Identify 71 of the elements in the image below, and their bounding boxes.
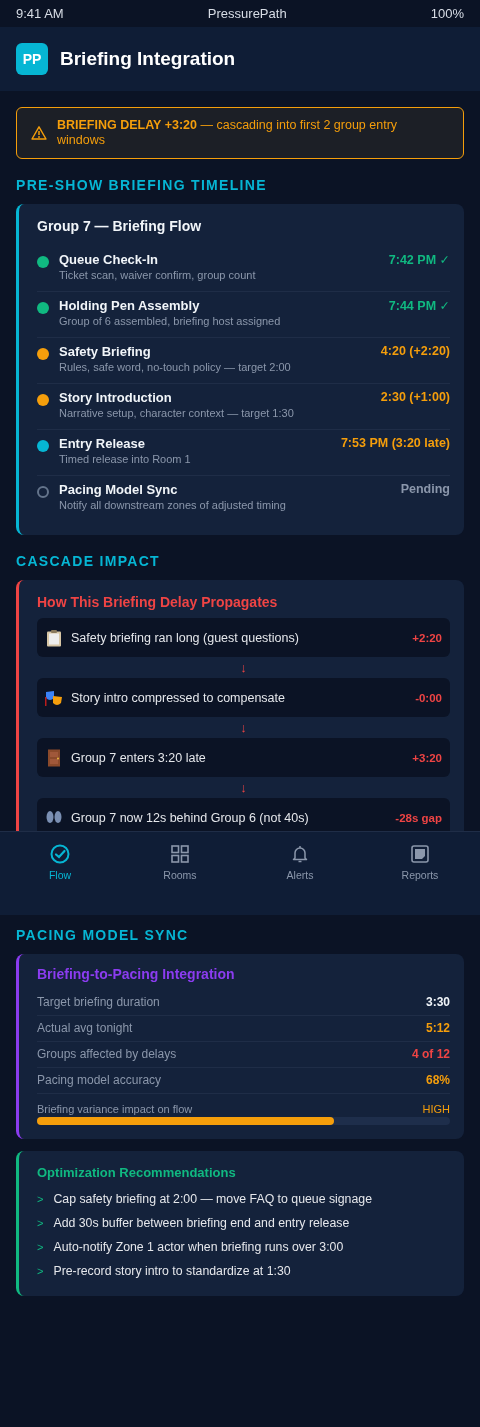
card-title: How This Briefing Delay Propagates xyxy=(37,594,279,610)
step-name: Safety Briefing xyxy=(59,344,152,359)
card-title: Optimization Recommendations xyxy=(37,1165,237,1180)
metric-label: Target briefing duration xyxy=(37,995,160,1009)
step-name: Entry Release xyxy=(59,436,146,451)
grid-icon xyxy=(170,844,190,864)
step-name: Story Introduction xyxy=(59,390,173,405)
step-name: Pacing Model Sync xyxy=(59,482,179,497)
step-time: 7:44 PM ✓ xyxy=(388,298,450,313)
app-logo: PP xyxy=(16,43,48,75)
step-time: 4:20 (+2:20) xyxy=(380,344,450,358)
metric-value: 68% xyxy=(425,1073,450,1087)
step-time: 7:53 PM (3:20 late) xyxy=(340,436,450,450)
page-title: Briefing Integration xyxy=(60,48,236,70)
battery-level: 100% xyxy=(430,6,464,21)
metric-value: 4 of 12 xyxy=(412,1047,450,1061)
metric-label: Groups affected by delays xyxy=(37,1047,177,1061)
delay-value: +2:20 xyxy=(412,631,442,644)
cascade-text: Safety briefing ran long (guest questions) xyxy=(71,630,300,645)
step-detail: Ticket scan, waiver confirm, group count xyxy=(59,269,257,281)
card-title: Briefing-to-Pacing Integration xyxy=(37,966,236,982)
metric-value: 3:30 xyxy=(425,995,450,1009)
step-detail: Rules, safe word, no-touch policy — target 2:00 xyxy=(59,361,292,373)
warning-icon xyxy=(31,125,47,141)
impact-label: Briefing variance impact on flow xyxy=(37,1103,193,1115)
step-detail: Timed release into Room 1 xyxy=(59,453,192,465)
metric-label: Actual avg tonight xyxy=(37,1021,133,1035)
down-arrow: ↓ xyxy=(239,779,248,797)
app-name: PressurePath xyxy=(207,6,287,21)
nav-tab[interactable]: Reports xyxy=(360,844,480,881)
cascade-text: Group 7 now 12s behind Group 6 (not 40s) xyxy=(71,810,310,825)
metric-value: 5:12 xyxy=(425,1021,450,1035)
recommendation-text: Pre-record story intro to standardize at 1:30 xyxy=(53,1264,291,1278)
section-heading: PRE-SHOW BRIEFING TIMELINE xyxy=(16,177,268,193)
bullet-icon: > xyxy=(37,1265,44,1277)
nav-tab[interactable]: Alerts xyxy=(240,844,360,881)
delay-value: -28s gap xyxy=(395,811,442,824)
down-arrow: ↓ xyxy=(239,719,248,737)
down-arrow: ↓ xyxy=(239,659,248,677)
recommendation-text: Cap safety briefing at 2:00 — move FAQ to queue signage xyxy=(53,1192,372,1206)
step-time: 2:30 (+1:00) xyxy=(380,390,450,404)
step-name: Holding Pen Assembly xyxy=(59,298,201,313)
bullet-icon: > xyxy=(37,1193,44,1205)
recommendation-text: Add 30s buffer between briefing end and entry release xyxy=(53,1216,350,1230)
card-title: Group 7 — Briefing Flow xyxy=(37,218,203,234)
check-circle-icon xyxy=(50,844,70,864)
delay-value: +3:20 xyxy=(412,751,442,764)
cascade-text: Group 7 enters 3:20 late xyxy=(71,750,207,765)
recommendation-text: Auto-notify Zone 1 actor when briefing runs over 3:00 xyxy=(53,1240,344,1254)
step-detail: Narrative setup, character context — target 1:30 xyxy=(59,407,295,419)
bullet-icon: > xyxy=(37,1241,44,1253)
clipboard-icon xyxy=(45,628,63,647)
section-heading: CASCADE IMPACT xyxy=(16,553,161,569)
metric-label: Pacing model accuracy xyxy=(37,1073,162,1087)
section-heading: PACING MODEL SYNC xyxy=(16,927,190,943)
nav-tab[interactable]: Rooms xyxy=(120,844,240,881)
step-name: Queue Check-In xyxy=(59,252,159,267)
status-time: 9:41 AM xyxy=(16,6,64,21)
delay-value: -0:00 xyxy=(415,691,442,704)
step-detail: Notify all downstream zones of adjusted timing xyxy=(59,499,287,511)
bullet-icon: > xyxy=(37,1217,44,1229)
door-icon xyxy=(45,748,63,767)
bell-icon xyxy=(290,844,310,864)
alert-message: BRIEFING DELAY +3:20 — cascading into first 2 group entry windows xyxy=(57,118,399,148)
step-time: Pending xyxy=(400,482,450,496)
step-time: 7:42 PM ✓ xyxy=(388,252,450,267)
impact-reading: HIGH xyxy=(422,1103,450,1115)
nav-tab[interactable]: Flow xyxy=(0,844,120,881)
report-icon xyxy=(410,844,430,864)
cascade-text: Story intro compressed to compensate xyxy=(71,690,286,705)
step-detail: Group of 6 assembled, briefing host assigned xyxy=(59,315,282,327)
